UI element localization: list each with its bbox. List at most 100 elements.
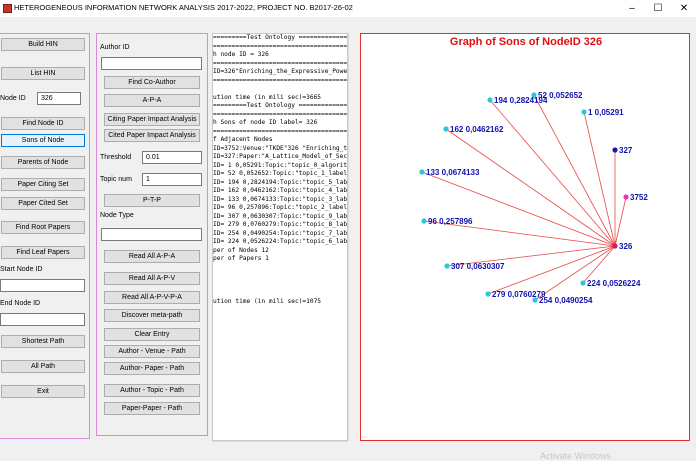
graph-node-topic-dot [443, 126, 449, 132]
output-line: ID= 1 0,05291:Topic:"topic_0_algorithm_g… [213, 161, 348, 169]
window-title: HETEROGENEOUS INFORMATION NETWORK ANALYS… [14, 3, 353, 12]
all-path-button[interactable]: All Path [1, 360, 85, 373]
threshold-label: Threshold [100, 154, 132, 161]
node-id-label: Node ID [0, 95, 26, 102]
find-node-id-button[interactable]: Find Node ID [1, 117, 85, 130]
shortest-path-button[interactable]: Shortest Path [1, 335, 85, 348]
exit-button[interactable]: Exit [1, 385, 85, 398]
output-line: ID= 162 0,0462162:Topic:"topic_4_label_i… [213, 187, 348, 194]
sons-of-node-button[interactable]: Sons of Node [1, 134, 85, 147]
graph-node-topic-label: 307 0,0630307 [451, 262, 505, 271]
read-all-apv-button[interactable]: Read All A-P-V [104, 272, 200, 285]
output-line: h node ID = 326 [213, 51, 269, 58]
output-vertical-scrollbar[interactable] [348, 33, 357, 441]
graph-node-topic-label: 224 0,0526224 [587, 279, 641, 288]
apa-button[interactable]: A-P-A [104, 94, 200, 107]
citing-paper-impact-button[interactable]: Citing Paper Impact Analysis [104, 113, 200, 126]
graph-node-topic-dot [581, 109, 587, 115]
start-node-input[interactable] [0, 279, 85, 292]
graph-node-topic-label: 1 0,05291 [588, 108, 624, 117]
graph-node-venue-dot [623, 194, 629, 200]
find-leaf-papers-button[interactable]: Find Leaf Papers [1, 246, 85, 259]
output-line: ution time (in mili sec)=1075 [213, 297, 322, 305]
activate-windows-watermark: Activate Windows [540, 451, 612, 461]
graph-edge [614, 196, 627, 247]
graph-node-topic-label: 133 0,0674133 [426, 168, 480, 177]
paper-citing-set-button[interactable]: Paper Citing Set [1, 178, 85, 191]
author-id-input[interactable] [101, 57, 202, 70]
output-line: =========Test Ontology ================= [213, 34, 348, 41]
find-root-papers-button[interactable]: Find Root Papers [1, 221, 85, 234]
graph-node-topic-label: 279 0,0760279 [492, 290, 546, 299]
list-hin-button[interactable]: List HIN [1, 67, 85, 80]
output-line: ID= 307 0,0630307:Topic:"topic_9_label_r… [213, 212, 348, 220]
graph-center-node-label: 326 [619, 242, 633, 251]
output-line: ======================================== [213, 59, 348, 67]
output-line: ID= 52 0,052652:Topic:"topic_1_label_doc… [213, 170, 348, 177]
graph-edge [445, 128, 616, 247]
ptp-button[interactable]: P-T-P [104, 194, 200, 207]
clear-entry-button[interactable]: Clear Entry [104, 328, 200, 341]
graph-node-topic-dot [532, 297, 538, 303]
paper-paper-path-button[interactable]: Paper-Paper - Path [104, 402, 200, 415]
output-line: per of Nodes 12 [213, 246, 269, 254]
threshold-input[interactable]: 0.01 [142, 151, 202, 164]
author-id-label: Author ID [100, 44, 130, 51]
parents-of-node-button[interactable]: Parents of Node [1, 156, 85, 169]
author-topic-path-button[interactable]: Author - Topic - Path [104, 384, 200, 397]
graph-node-paper-dot [612, 147, 618, 153]
author-paper-path-button[interactable]: Author- Paper - Path [104, 362, 200, 375]
graph-node-paper-label: 327 [619, 146, 633, 155]
output-line: f Adjacent Nodes [213, 136, 273, 143]
topic-num-input[interactable]: 1 [142, 173, 202, 186]
node-type-input[interactable] [101, 228, 202, 241]
output-line: ID=326"Enriching_the_Expressive_Power_c [213, 68, 348, 75]
graph-node-topic-dot [419, 169, 425, 175]
output-horizontal-scrollbar[interactable] [212, 441, 348, 450]
build-hin-button[interactable]: Build HIN [1, 38, 85, 51]
graph-node-topic-label: 254 0,0490254 [539, 296, 593, 305]
paper-cited-set-button[interactable]: Paper Cited Set [1, 197, 85, 210]
node-id-input[interactable]: 326 [37, 92, 81, 105]
graph-node-topic-dot [421, 218, 427, 224]
end-node-input[interactable] [0, 313, 85, 326]
graph-edge [583, 111, 616, 247]
author-venue-path-button[interactable]: Author - Venue - Path [104, 345, 200, 358]
output-line: ID= 194 0,2824194:Topic:"topic_5_label_s… [213, 178, 348, 186]
find-co-author-button[interactable]: Find Co-Author [104, 76, 200, 89]
node-type-label: Node Type [100, 212, 134, 219]
output-line: ======================================== [213, 76, 348, 84]
read-all-apvpa-button[interactable]: Read All A-P-V-P-A [104, 291, 200, 304]
output-line: ID= 96 0,257896:Topic:"topic_2_label_pro… [213, 204, 348, 211]
output-text-area[interactable]: =========Test Ontology =================… [212, 33, 348, 441]
close-button[interactable]: ✕ [669, 0, 696, 17]
graph-center-node-dot [612, 243, 618, 249]
output-line: ======================================== [213, 42, 348, 50]
graph-node-venue-label: 3752 [630, 193, 648, 202]
output-line: ======================================== [213, 110, 348, 118]
cited-paper-impact-button[interactable]: Cited Paper Impact Analysis [104, 129, 200, 142]
topic-num-label: Topic num [100, 176, 132, 183]
graph-node-topic-label: 162 0,0462162 [450, 125, 504, 134]
graph-node-topic-dot [444, 263, 450, 269]
output-line: ID= 133 0,0674133:Topic:"topic_3_label_s… [213, 195, 348, 203]
graph-node-topic-label: 96 0,257896 [428, 217, 473, 226]
discover-meta-path-button[interactable]: Discover meta-path [104, 309, 200, 322]
start-node-label: Start Node ID [0, 266, 43, 273]
output-line: ution time (in mili sec)=3665 [213, 93, 322, 101]
graph-node-topic-dot [487, 97, 493, 103]
app-icon [3, 4, 12, 13]
graph-node-topic-label: 194 0,2824194 [494, 96, 548, 105]
output-line: per of Papers 1 [213, 255, 269, 262]
end-node-label: End Node ID [0, 300, 41, 307]
output-line: ID= 224 0,0526224:Topic:"topic_6_label_n… [213, 238, 348, 245]
output-line: ID= 254 0,0490254:Topic:"topic_7_label_q… [213, 229, 348, 237]
output-line: h Sons of node ID label= 326 [213, 119, 318, 126]
graph-edge [421, 171, 616, 247]
read-all-apa-button[interactable]: Read All A-P-A [104, 250, 200, 263]
